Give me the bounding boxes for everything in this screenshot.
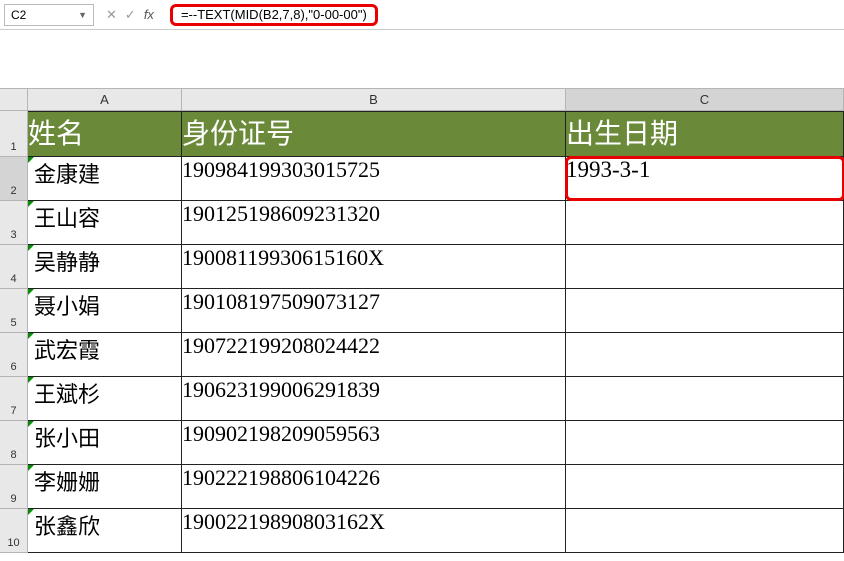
cell-a4[interactable]: 吴静静 [28,245,182,289]
fx-icon[interactable]: fx [144,7,158,22]
column-header-b[interactable]: B [182,89,566,111]
formula-icons: ✕ ✓ fx [98,7,166,23]
cell-c2-value: 1993-3-1 [566,157,650,182]
cell-b3[interactable]: 190125198609231320 [182,201,566,245]
row-header-1[interactable]: 1 [0,111,28,157]
cell-c8[interactable] [566,421,844,465]
cell-b9[interactable]: 190222198806104226 [182,465,566,509]
formula-bar: C2 ▼ ✕ ✓ fx =--TEXT(MID(B2,7,8),"0-00-00… [0,0,844,30]
cell-c2[interactable]: 1993-3-1 [566,157,844,201]
cell-b6[interactable]: 190722199208024422 [182,333,566,377]
header-id[interactable]: 身份证号 [182,111,566,157]
cell-a6[interactable]: 武宏霞 [28,333,182,377]
cell-c6[interactable] [566,333,844,377]
cell-a7[interactable]: 王斌杉 [28,377,182,421]
cell-a9[interactable]: 李姗姗 [28,465,182,509]
select-all-corner[interactable] [0,89,28,111]
row-header-7[interactable]: 7 [0,377,28,421]
cell-b4[interactable]: 19008119930615160X [182,245,566,289]
header-date[interactable]: 出生日期 [566,111,844,157]
column-header-a[interactable]: A [28,89,182,111]
cell-b8[interactable]: 190902198209059563 [182,421,566,465]
name-box[interactable]: C2 ▼ [4,4,94,26]
row-header-9[interactable]: 9 [0,465,28,509]
cell-c10[interactable] [566,509,844,553]
confirm-icon[interactable]: ✓ [125,7,136,23]
cell-a8[interactable]: 张小田 [28,421,182,465]
row-header-3[interactable]: 3 [0,201,28,245]
row-header-2[interactable]: 2 [0,157,28,201]
formula-text: =--TEXT(MID(B2,7,8),"0-00-00") [181,7,367,22]
row-header-6[interactable]: 6 [0,333,28,377]
name-box-value: C2 [11,8,26,22]
cell-a10[interactable]: 张鑫欣 [28,509,182,553]
spreadsheet-grid[interactable]: A B C 1 姓名 身份证号 出生日期 2 金康建 1909841993030… [0,88,844,553]
cell-a2[interactable]: 金康建 [28,157,182,201]
cell-c7[interactable] [566,377,844,421]
cell-b2[interactable]: 190984199303015725 [182,157,566,201]
row-header-4[interactable]: 4 [0,245,28,289]
cell-c4[interactable] [566,245,844,289]
row-header-5[interactable]: 5 [0,289,28,333]
row-header-10[interactable]: 10 [0,509,28,553]
cell-a5[interactable]: 聂小娟 [28,289,182,333]
column-header-c[interactable]: C [566,89,844,111]
cell-c3[interactable] [566,201,844,245]
cell-b7[interactable]: 190623199006291839 [182,377,566,421]
cell-c9[interactable] [566,465,844,509]
cell-b10[interactable]: 19002219890803162X [182,509,566,553]
formula-expand-area [0,30,844,88]
chevron-down-icon[interactable]: ▼ [78,10,87,20]
cell-a3[interactable]: 王山容 [28,201,182,245]
formula-input[interactable]: =--TEXT(MID(B2,7,8),"0-00-00") [170,4,378,26]
cell-b5[interactable]: 190108197509073127 [182,289,566,333]
header-name[interactable]: 姓名 [28,111,182,157]
cancel-icon[interactable]: ✕ [106,7,117,23]
row-header-8[interactable]: 8 [0,421,28,465]
cell-c5[interactable] [566,289,844,333]
